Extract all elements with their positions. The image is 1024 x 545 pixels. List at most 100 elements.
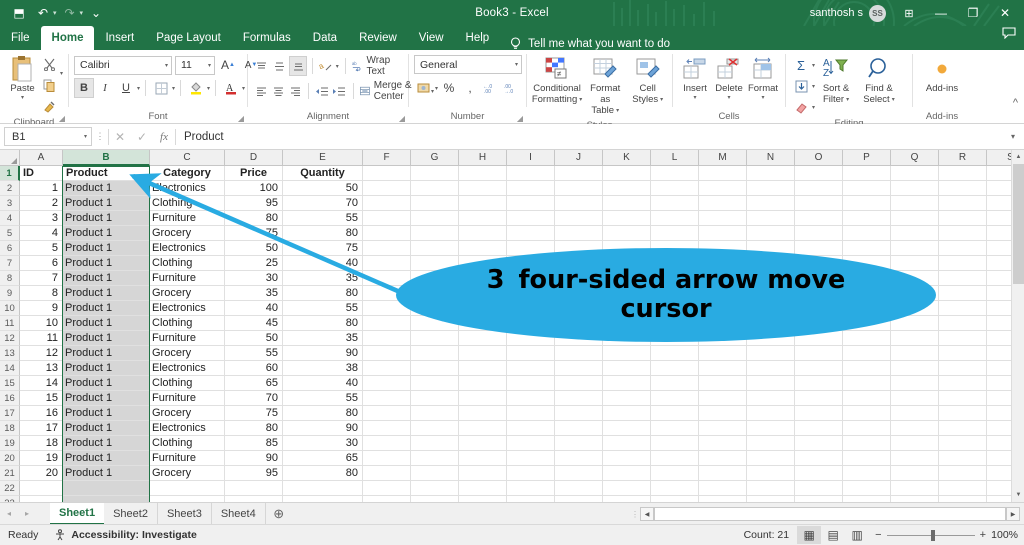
cell-E21[interactable]: 80 xyxy=(283,466,363,481)
cell-C12[interactable]: Furniture xyxy=(150,331,225,346)
cell-R7[interactable] xyxy=(939,256,987,271)
cell-F14[interactable] xyxy=(363,361,411,376)
row-header-10[interactable]: 10 xyxy=(0,301,20,316)
cell-J19[interactable] xyxy=(555,436,603,451)
cell-J21[interactable] xyxy=(555,466,603,481)
cell-D13[interactable]: 55 xyxy=(225,346,283,361)
cell-D10[interactable]: 40 xyxy=(225,301,283,316)
cell-K18[interactable] xyxy=(603,421,651,436)
cell-F16[interactable] xyxy=(363,391,411,406)
cell-R1[interactable] xyxy=(939,166,987,181)
avatar[interactable]: SS xyxy=(869,4,886,22)
row-header-13[interactable]: 13 xyxy=(0,346,20,361)
cell-M17[interactable] xyxy=(699,406,747,421)
cell-L15[interactable] xyxy=(651,376,699,391)
decrease-decimal-button[interactable]: .00 →.0 xyxy=(502,78,522,98)
cell-E20[interactable]: 65 xyxy=(283,451,363,466)
cell-N19[interactable] xyxy=(747,436,795,451)
cell-P18[interactable] xyxy=(843,421,891,436)
font-dialog-launcher[interactable]: ◢ xyxy=(238,114,244,123)
column-header-R[interactable]: R xyxy=(939,150,987,166)
cell-P15[interactable] xyxy=(843,376,891,391)
cell-L18[interactable] xyxy=(651,421,699,436)
table-row[interactable]: 16 Product 1 Grocery 75 80 xyxy=(20,406,1024,421)
comments-icon[interactable] xyxy=(1002,27,1016,42)
table-row[interactable]: 13 Product 1 Electronics 60 38 xyxy=(20,361,1024,376)
cell-H17[interactable] xyxy=(459,406,507,421)
cell-G6[interactable] xyxy=(411,241,459,256)
cell-B8[interactable]: Product 1 xyxy=(63,271,150,286)
cell-styles-dropdown-icon[interactable]: ▾ xyxy=(660,97,663,104)
cell-B11[interactable]: Product 1 xyxy=(63,316,150,331)
tab-data[interactable]: Data xyxy=(302,26,348,50)
accounting-format-button[interactable] xyxy=(414,78,434,98)
cell-N20[interactable] xyxy=(747,451,795,466)
cell-A16[interactable]: 15 xyxy=(20,391,63,406)
normal-view-button[interactable]: ▦ xyxy=(797,526,822,544)
cell-J22[interactable] xyxy=(555,481,603,496)
cell-O18[interactable] xyxy=(795,421,843,436)
cell-G15[interactable] xyxy=(411,376,459,391)
cell-P1[interactable] xyxy=(843,166,891,181)
formula-input[interactable]: Product xyxy=(176,127,1002,146)
column-header-I[interactable]: I xyxy=(507,150,555,166)
cell-M16[interactable] xyxy=(699,391,747,406)
cell-H14[interactable] xyxy=(459,361,507,376)
cell-Q22[interactable] xyxy=(891,481,939,496)
number-format-select[interactable]: General ▾ xyxy=(414,55,522,74)
cell-L21[interactable] xyxy=(651,466,699,481)
table-row[interactable]: 2 Product 1 Clothing 95 70 xyxy=(20,196,1024,211)
cell-P5[interactable] xyxy=(843,226,891,241)
cell-D9[interactable]: 35 xyxy=(225,286,283,301)
increase-decimal-button[interactable]: ←.0 .00 xyxy=(481,78,501,98)
cell-K17[interactable] xyxy=(603,406,651,421)
cell-K15[interactable] xyxy=(603,376,651,391)
column-header-K[interactable]: K xyxy=(603,150,651,166)
cell-O13[interactable] xyxy=(795,346,843,361)
cell-A8[interactable]: 7 xyxy=(20,271,63,286)
cell-K20[interactable] xyxy=(603,451,651,466)
cell-H6[interactable] xyxy=(459,241,507,256)
cell-A6[interactable]: 5 xyxy=(20,241,63,256)
cell-C2[interactable]: Electronics xyxy=(150,181,225,196)
cell-Q6[interactable] xyxy=(891,241,939,256)
cell-C9[interactable]: Grocery xyxy=(150,286,225,301)
cell-Q16[interactable] xyxy=(891,391,939,406)
table-row[interactable]: 14 Product 1 Clothing 65 40 xyxy=(20,376,1024,391)
cell-J5[interactable] xyxy=(555,226,603,241)
cell-L20[interactable] xyxy=(651,451,699,466)
cell-L17[interactable] xyxy=(651,406,699,421)
number-dialog-launcher[interactable]: ◢ xyxy=(517,114,523,123)
cell-D15[interactable]: 65 xyxy=(225,376,283,391)
align-top-button[interactable] xyxy=(253,56,270,76)
cell-R16[interactable] xyxy=(939,391,987,406)
cell-E3[interactable]: 70 xyxy=(283,196,363,211)
cell-P12[interactable] xyxy=(843,331,891,346)
cell-A13[interactable]: 12 xyxy=(20,346,63,361)
cell-E9[interactable]: 80 xyxy=(283,286,363,301)
cell-I14[interactable] xyxy=(507,361,555,376)
cell-E8[interactable]: 35 xyxy=(283,271,363,286)
cell-O16[interactable] xyxy=(795,391,843,406)
cell-M4[interactable] xyxy=(699,211,747,226)
ribbon-display-options-icon[interactable]: ⊞ xyxy=(894,0,924,26)
cell-E16[interactable]: 55 xyxy=(283,391,363,406)
cell-R6[interactable] xyxy=(939,241,987,256)
cell-A2[interactable]: 1 xyxy=(20,181,63,196)
table-row[interactable]: 15 Product 1 Furniture 70 55 xyxy=(20,391,1024,406)
cell-G17[interactable] xyxy=(411,406,459,421)
tab-formulas[interactable]: Formulas xyxy=(232,26,302,50)
clipboard-more-icon[interactable]: ▾ xyxy=(60,71,63,77)
tab-file[interactable]: File xyxy=(0,26,41,50)
cell-M1[interactable] xyxy=(699,166,747,181)
cell-H2[interactable] xyxy=(459,181,507,196)
accounting-dropdown-icon[interactable]: ▾ xyxy=(435,85,438,92)
cell-B12[interactable]: Product 1 xyxy=(63,331,150,346)
align-left-button[interactable] xyxy=(253,81,269,101)
customize-qat-icon[interactable]: ⌄ xyxy=(85,3,107,23)
cell-B9[interactable]: Product 1 xyxy=(63,286,150,301)
table-row[interactable]: 1 Product 1 Electronics 100 50 xyxy=(20,181,1024,196)
cell-J16[interactable] xyxy=(555,391,603,406)
column-header-J[interactable]: J xyxy=(555,150,603,166)
cell-G5[interactable] xyxy=(411,226,459,241)
